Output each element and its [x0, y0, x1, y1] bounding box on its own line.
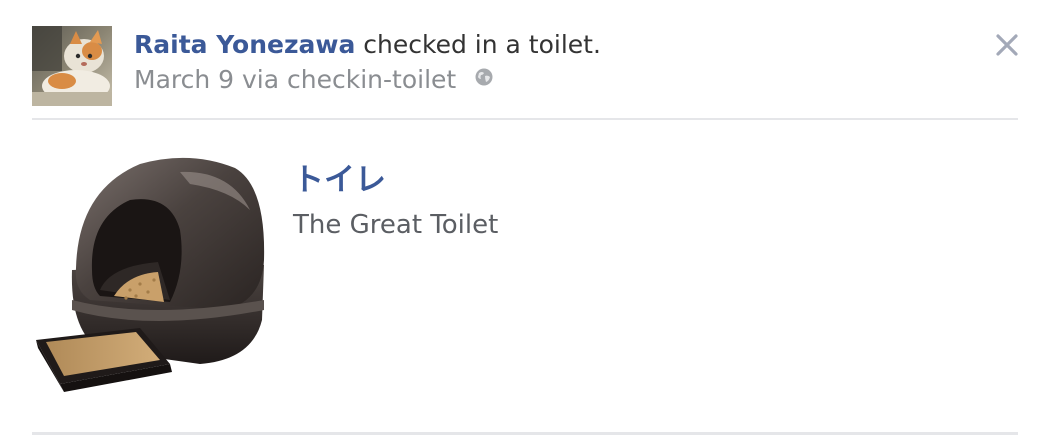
story-action-text: checked in a toilet. [355, 30, 601, 59]
globe-icon[interactable] [474, 63, 494, 95]
story-header: Raita Yonezawa checked in a toilet. [134, 29, 601, 61]
cat-photo [32, 26, 112, 106]
place-description: The Great Toilet [293, 210, 499, 240]
place-image[interactable] [30, 150, 270, 396]
divider [32, 118, 1018, 120]
feed-story: Raita Yonezawa checked in a toilet. Marc… [0, 0, 1046, 439]
via-text: via [234, 65, 288, 94]
author-name-link[interactable]: Raita Yonezawa [134, 30, 355, 59]
close-icon [996, 34, 1018, 56]
app-name-link[interactable]: checkin-toilet [287, 65, 456, 94]
close-button[interactable] [992, 30, 1022, 60]
toilet-image [36, 157, 265, 392]
story-date-link[interactable]: March 9 [134, 65, 234, 94]
story-meta: March 9 via checkin-toilet [134, 64, 494, 97]
bottom-divider [32, 432, 1018, 435]
avatar[interactable] [32, 26, 112, 106]
place-name-link[interactable]: トイレ [293, 160, 386, 200]
